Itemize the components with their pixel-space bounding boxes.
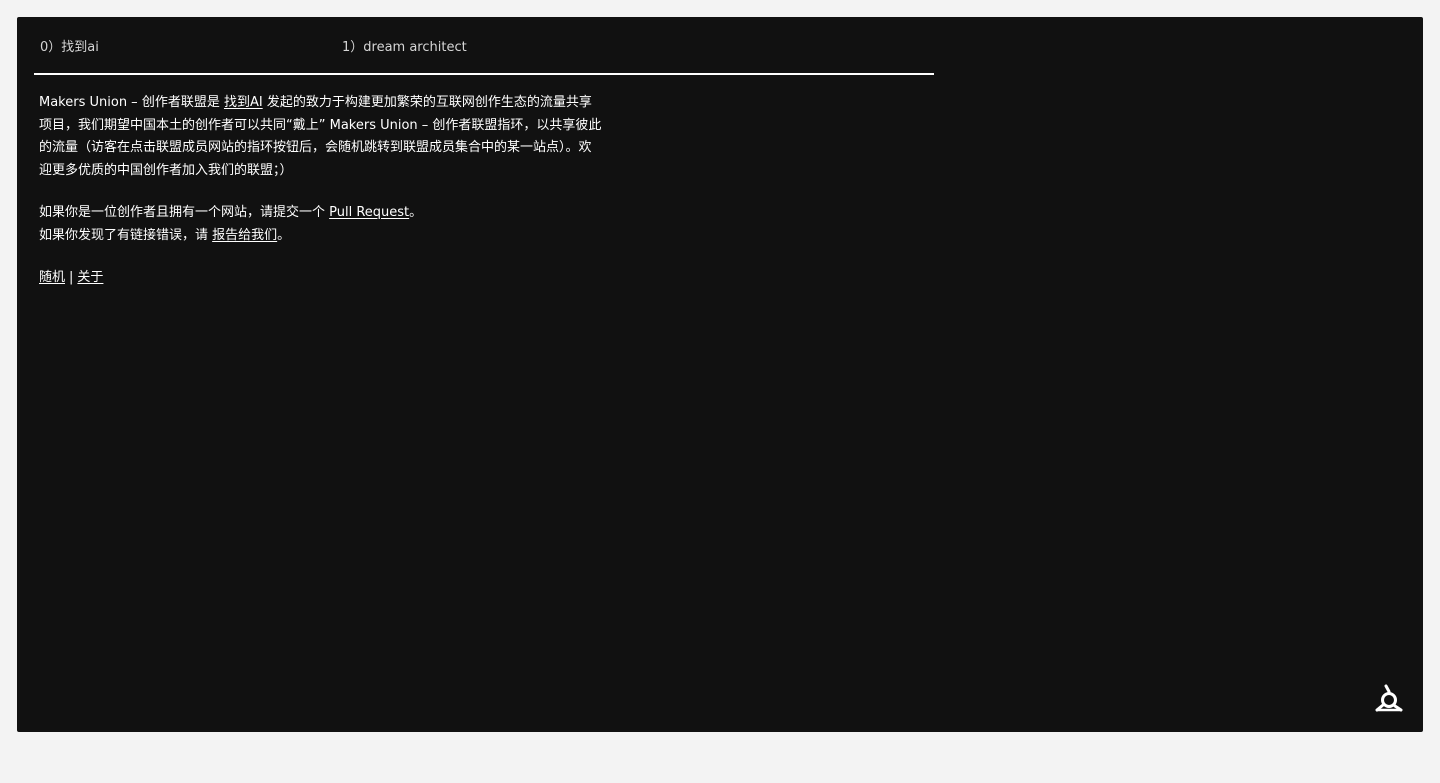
intro-text-start: Makers Union – 创作者联盟是 (39, 95, 224, 110)
zhaodao-ai-link[interactable]: 找到AI (224, 95, 263, 110)
makers-union-logo-icon[interactable] (1375, 684, 1403, 712)
submit-paragraph: 如果你是一位创作者且拥有一个网站，请提交一个 Pull Request。 (39, 202, 604, 225)
submit-text-end: 。 (409, 205, 423, 220)
report-text: 如果你发现了有链接错误，请 (39, 227, 213, 243)
random-link[interactable]: 随机 (39, 270, 65, 285)
main-panel: 0）找到ai 1）dream architect Makers Union – … (17, 17, 1423, 732)
member-link-1[interactable]: 1）dream architect (342, 36, 467, 55)
report-text-end: 。 (277, 227, 291, 243)
intro-paragraph: Makers Union – 创作者联盟是 找到AI 发起的致力于构建更加繁荣的… (39, 92, 604, 182)
description: Makers Union – 创作者联盟是 找到AI 发起的致力于构建更加繁荣的… (39, 92, 604, 290)
pull-request-link[interactable]: Pull Request (329, 205, 409, 220)
report-link[interactable]: 报告给我们 (212, 228, 277, 243)
footer-links: 随机 | 关于 (39, 267, 604, 290)
report-paragraph: 如果你发现了有链接错误，请 报告给我们。 (39, 225, 604, 248)
footer-separator: | (69, 270, 74, 285)
about-link[interactable]: 关于 (77, 270, 103, 285)
member-list: 0）找到ai 1）dream architect (34, 17, 934, 75)
submit-text: 如果你是一位创作者且拥有一个网站，请提交一个 (39, 205, 330, 220)
member-link-0[interactable]: 0）找到ai (40, 36, 99, 55)
